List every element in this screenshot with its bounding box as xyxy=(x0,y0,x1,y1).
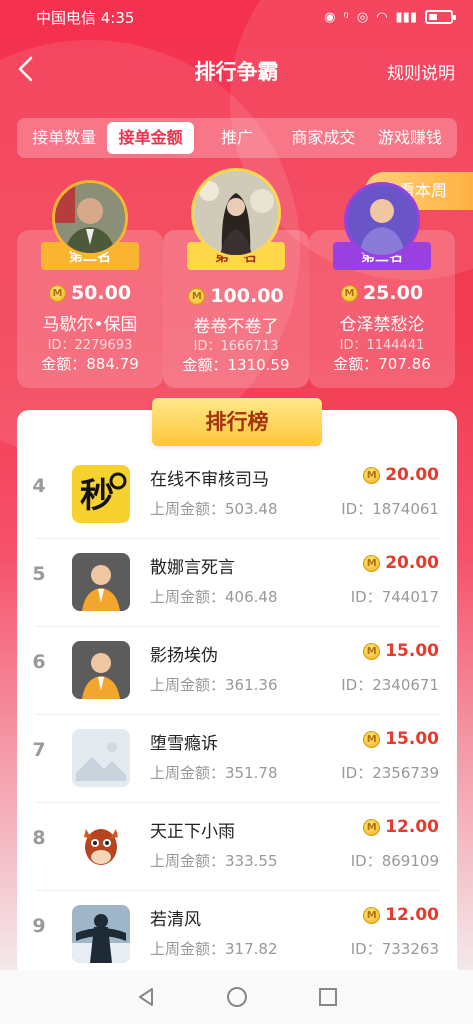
rank-number: 9 xyxy=(32,915,46,937)
leaderboard-row[interactable]: 5 散娜言死言 M 20.00 上周金额：406.48 ID：744017 xyxy=(17,539,457,627)
prize-amount: 20.00 xyxy=(385,465,439,485)
rank-number: 4 xyxy=(32,475,46,497)
last-week-amount: 上周金额：503.48 xyxy=(150,500,278,518)
back-triangle-icon[interactable] xyxy=(134,985,158,1009)
coin-icon: M xyxy=(363,642,381,660)
prize-amount: 20.00 xyxy=(385,553,439,573)
last-week-amount: 上周金额：361.36 xyxy=(150,676,278,694)
coin-icon: M xyxy=(363,466,381,484)
user-id: ID：1874061 xyxy=(341,500,439,518)
rank-number: 8 xyxy=(32,827,46,849)
user-id: ID：2356739 xyxy=(341,764,439,782)
leaderboard-panel: 排行榜 4 秒 在线不审核司马 M 20.00 上周金额：503.48 ID：18… xyxy=(17,398,457,1010)
officer-portrait-icon xyxy=(55,183,125,253)
user-name: 天正下小雨 xyxy=(150,822,235,842)
leaderboard-row[interactable]: 6 影扬埃伪 M 15.00 上周金额：361.36 ID：2340671 xyxy=(17,627,457,715)
system-navigation-bar xyxy=(0,970,473,1024)
home-circle-icon[interactable] xyxy=(225,985,249,1009)
user-name: 卷卷不卷了 xyxy=(193,317,279,337)
user-amount: 金额：884.79 xyxy=(41,355,139,373)
rank-number: 7 xyxy=(32,739,46,761)
tab-merchant-deals[interactable]: 商家成交 xyxy=(280,122,366,154)
prize-amount: 15.00 xyxy=(385,729,439,749)
coin-icon: M xyxy=(48,284,66,302)
carrier-time: 中国电信 4:35 xyxy=(36,8,135,27)
miao-logo-icon: 秒 xyxy=(72,465,130,523)
avatar-third[interactable] xyxy=(344,182,420,258)
wifi-icon: ◠ xyxy=(376,9,388,25)
coin-icon: M xyxy=(340,284,358,302)
svg-text:秒: 秒 xyxy=(80,476,114,516)
user-id: ID：2340671 xyxy=(341,676,439,694)
last-week-amount: 上周金额：351.78 xyxy=(150,764,278,782)
eye-icon: ◉ xyxy=(324,9,336,25)
leaderboard-row[interactable]: 9 若清风 M 12.00 上周金额：317.82 ID：733263 xyxy=(17,891,457,979)
coin-icon: M xyxy=(363,818,381,836)
title-bar: 排行争霸 规则说明 xyxy=(0,44,473,94)
leaderboard-row[interactable]: 8 天正下小雨 M 12.00 上周金额：333.55 ID：869109 xyxy=(17,803,457,891)
tab-promotion[interactable]: 推广 xyxy=(194,122,280,154)
coin-icon: M xyxy=(363,906,381,924)
leaderboard-row[interactable]: 7 堕雪瘾诉 M 15.00 上周金额：351.78 ID：2356739 xyxy=(17,715,457,803)
leaderboard-row[interactable]: 4 秒 在线不审核司马 M 20.00 上周金额：503.48 ID：187406… xyxy=(17,451,457,539)
hotspot-icon: ◎ xyxy=(356,9,369,25)
coin-icon: M xyxy=(363,730,381,748)
user-name: 影扬埃伪 xyxy=(150,646,218,666)
tab-order-amount[interactable]: 接单金额 xyxy=(107,122,194,154)
user-name: 在线不审核司马 xyxy=(150,470,269,490)
default-user-avatar-icon xyxy=(72,553,130,611)
prize-amount: 50.00 xyxy=(70,282,132,304)
user-id: ID：1666713 xyxy=(193,339,279,354)
last-week-amount: 上周金额：333.55 xyxy=(150,852,278,870)
user-name: 堕雪瘾诉 xyxy=(150,734,218,754)
woman-portrait-icon xyxy=(194,171,278,255)
prize-amount: 25.00 xyxy=(362,282,424,304)
battery-icon xyxy=(425,10,456,24)
prize-amount: 12.00 xyxy=(385,905,439,925)
user-amount: 金额：1310.59 xyxy=(182,356,290,374)
category-tabs: 接单数量 接单金额 推广 商家成交 游戏赚钱 xyxy=(17,118,457,158)
image-placeholder-icon xyxy=(72,729,130,787)
coin-icon: M xyxy=(188,287,206,305)
tab-game-earnings[interactable]: 游戏赚钱 xyxy=(367,122,453,154)
coin-icon: M xyxy=(363,554,381,572)
leaderboard-title: 排行榜 xyxy=(152,398,322,446)
user-name: 散娜言死言 xyxy=(150,558,235,578)
rules-link[interactable]: 规则说明 xyxy=(387,59,455,84)
user-name: 仓泽禁愁沦 xyxy=(339,315,425,335)
recents-square-icon[interactable] xyxy=(316,985,340,1009)
user-name: 若清风 xyxy=(150,910,201,930)
silhouette-photo-avatar xyxy=(72,905,130,963)
user-amount: 金额：707.86 xyxy=(333,355,431,373)
rank-number: 5 xyxy=(32,563,46,585)
user-id: ID：2279693 xyxy=(47,338,133,353)
nfc-icon: ᵑ xyxy=(343,9,349,25)
signal-icon: ▮▮▮ xyxy=(395,9,417,25)
avatar-first[interactable] xyxy=(191,168,281,258)
user-id: ID：733263 xyxy=(350,940,439,958)
avatar-second[interactable] xyxy=(52,180,128,256)
prize-amount: 12.00 xyxy=(385,817,439,837)
last-week-amount: 上周金额：406.48 xyxy=(150,588,278,606)
user-id: ID：1144441 xyxy=(339,338,425,353)
user-id: ID：744017 xyxy=(350,588,439,606)
last-week-amount: 上周金额：317.82 xyxy=(150,940,278,958)
tab-order-count[interactable]: 接单数量 xyxy=(21,122,107,154)
status-bar: 中国电信 4:35 ◉ ᵑ ◎ ◠ ▮▮▮ xyxy=(0,0,473,34)
prize-amount: 15.00 xyxy=(385,641,439,661)
user-id: ID：869109 xyxy=(350,852,439,870)
rank-number: 6 xyxy=(32,651,46,673)
default-user-avatar-icon xyxy=(347,185,417,255)
user-name: 马歇尔•保国 xyxy=(42,315,138,335)
prize-amount: 100.00 xyxy=(210,285,284,307)
default-user-avatar-icon xyxy=(72,641,130,699)
horse-cartoon-avatar xyxy=(72,817,130,875)
